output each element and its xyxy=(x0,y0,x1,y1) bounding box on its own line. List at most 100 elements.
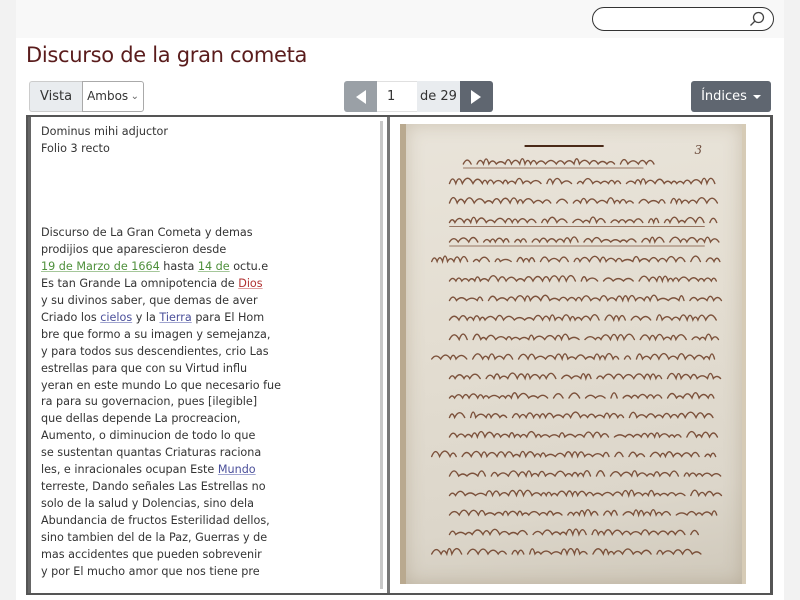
handwriting-line xyxy=(449,412,718,417)
line-text: prodijios que aparescieron desde xyxy=(41,243,227,257)
entity-link[interactable]: Mundo xyxy=(218,463,256,476)
handwriting-line xyxy=(448,196,719,206)
manuscript-image[interactable]: 3 xyxy=(400,124,746,584)
transcription-line: y su divinos saber, que demas de aver xyxy=(41,293,381,310)
transcription-line: Abundancia de fructos Esterilidad dellos… xyxy=(41,513,381,530)
transcription-line: Aumento, o diminucion de todo lo que xyxy=(41,428,381,445)
handwriting-line xyxy=(448,236,720,244)
handwriting-line xyxy=(462,158,655,167)
line-text: ra para su governacion, pues [ilegible] xyxy=(41,395,258,409)
caret-down-icon xyxy=(752,94,761,99)
indices-dropdown-button[interactable]: Índices xyxy=(691,81,771,112)
handwriting-line xyxy=(448,314,717,323)
handwriting-line xyxy=(448,489,723,498)
search-box[interactable] xyxy=(592,7,774,31)
transcription-text: Dominus mihi adjuctor Folio 3 recto Disc… xyxy=(41,124,381,580)
line-text: y para todos sus descendientes, crio Las xyxy=(41,344,269,358)
header-line: Folio 3 recto xyxy=(41,141,110,155)
page-title: Discurso de la gran cometa xyxy=(26,43,308,67)
transcription-line: se sustentan quantas Criaturas raciona xyxy=(41,445,381,462)
triangle-right-icon xyxy=(471,89,482,104)
header-line: Dominus mihi adjuctor xyxy=(41,125,168,138)
line-text: sino tambien del de la Paz, Guerras y de xyxy=(41,530,268,544)
handwriting-line xyxy=(448,508,718,518)
line-text: Es tan Grande La omnipotencia de xyxy=(41,277,239,291)
transcription-line: mas accidentes que pueden sobrevenir xyxy=(41,547,381,564)
entity-link[interactable]: 19 de Marzo de 1664 xyxy=(41,260,160,273)
transcription-lines: Discurso de La Gran Cometa y demas prodij… xyxy=(41,225,381,580)
transcription-line: les, e inracionales ocupan Este Mundo xyxy=(41,462,381,479)
handwriting-line xyxy=(449,393,719,398)
handwriting-line xyxy=(448,177,716,186)
transcription-line: terreste, Dando señales Las Estrellas no xyxy=(41,479,381,496)
transcription-line: que dellas depende La procreacion, xyxy=(41,411,381,428)
entity-link[interactable]: Dios xyxy=(238,277,262,290)
handwriting-line xyxy=(448,274,717,284)
page-number-input[interactable] xyxy=(377,81,417,112)
transcription-scrollbar[interactable] xyxy=(380,121,383,589)
transcription-pane: Dominus mihi adjuctor Folio 3 recto Disc… xyxy=(28,117,387,593)
view-select[interactable]: Ambos ⌄ xyxy=(82,81,145,112)
line-text: octu.e xyxy=(229,260,269,274)
entity-link[interactable]: Tierra xyxy=(159,311,191,324)
search-input[interactable] xyxy=(603,11,743,27)
line-text: y su divinos saber, que demas de aver xyxy=(41,294,258,308)
triangle-left-icon xyxy=(355,89,366,104)
line-text: solo de la salud y Dolencias, sino dela xyxy=(41,496,254,510)
line-text: se sustentan quantas Criaturas raciona xyxy=(41,446,262,460)
view-select-value: Ambos xyxy=(87,89,129,103)
line-text: Abundancia de fructos Esterilidad dellos… xyxy=(41,513,270,527)
line-text: yeran en este mundo Lo que necesario fue xyxy=(41,378,282,392)
entity-link[interactable]: cielos xyxy=(100,311,132,324)
transcription-line: prodijios que aparescieron desde xyxy=(41,242,381,259)
page-total: de 29 xyxy=(417,81,460,112)
transcription-line: estrellas para que con su Virtud influ xyxy=(41,361,381,378)
handwriting-line xyxy=(449,295,727,300)
transcription-line: Discurso de La Gran Cometa y demas xyxy=(41,225,381,242)
line-text: para El Hom xyxy=(191,310,265,324)
folio-number: 3 xyxy=(695,143,703,157)
view-selector: Vista Ambos ⌄ xyxy=(29,81,145,112)
transcription-line: ra para su governacion, pues [ilegible] xyxy=(41,394,381,411)
line-text: hasta xyxy=(159,260,198,274)
page-navigator: de 29 xyxy=(344,81,493,112)
manuscript-handwriting: 3 xyxy=(431,143,742,557)
line-text: estrellas para que con su Virtud influ xyxy=(41,361,248,375)
entity-link[interactable]: 14 de xyxy=(198,260,230,273)
transcription-line: sino tambien del de la Paz, Guerras y de xyxy=(41,530,381,547)
next-page-button[interactable] xyxy=(459,81,493,112)
indices-label: Índices xyxy=(701,89,747,104)
line-text: Aumento, o diminucion de todo lo que xyxy=(41,429,256,443)
handwriting-line xyxy=(431,547,702,557)
top-bar xyxy=(16,0,784,38)
page-content: Discurso de la gran cometa Vista Ambos ⌄… xyxy=(16,38,784,600)
chevron-down-icon: ⌄ xyxy=(130,91,140,102)
handwriting-line xyxy=(449,529,704,534)
handwriting-line xyxy=(431,352,716,362)
document-viewer: Dominus mihi adjuctor Folio 3 recto Disc… xyxy=(26,115,773,595)
line-text: y por El mucho amor que nos tiene pre xyxy=(41,564,260,578)
line-text: Discurso de La Gran Cometa y demas xyxy=(41,226,253,240)
transcription-line: bre que formo a su imagen y semejanza, xyxy=(41,327,381,344)
transcription-line: Es tan Grande La omnipotencia de Dios xyxy=(41,276,381,293)
line-text: y la xyxy=(132,310,160,324)
transcription-line: Criado los cielos y la Tierra para El Ho… xyxy=(41,310,381,327)
handwriting-line xyxy=(448,372,722,382)
previous-page-button[interactable] xyxy=(344,81,377,112)
transcription-line: y para todos sus descendientes, crio Las xyxy=(41,344,381,361)
transcription-line: solo de la salud y Dolencias, sino dela xyxy=(41,496,381,513)
search-icon[interactable] xyxy=(749,11,765,27)
line-text: les, e inracionales ocupan Este xyxy=(41,463,218,477)
transcription-line: yeran en este mundo Lo que necesario fue xyxy=(41,378,381,395)
handwriting-line xyxy=(431,450,717,459)
handwriting-line xyxy=(449,217,722,222)
handwriting-line xyxy=(449,334,724,339)
handwriting-line xyxy=(431,255,721,264)
view-label: Vista xyxy=(29,81,83,112)
line-text: terreste, Dando señales Las Estrellas no xyxy=(41,480,266,493)
transcription-line: 19 de Marzo de 1664 hasta 14 de octu.e xyxy=(41,259,381,276)
transcription-line: y por El mucho amor que nos tiene pre xyxy=(41,564,381,581)
handwriting-line xyxy=(448,430,719,440)
facsimile-pane: 3 xyxy=(390,117,770,593)
